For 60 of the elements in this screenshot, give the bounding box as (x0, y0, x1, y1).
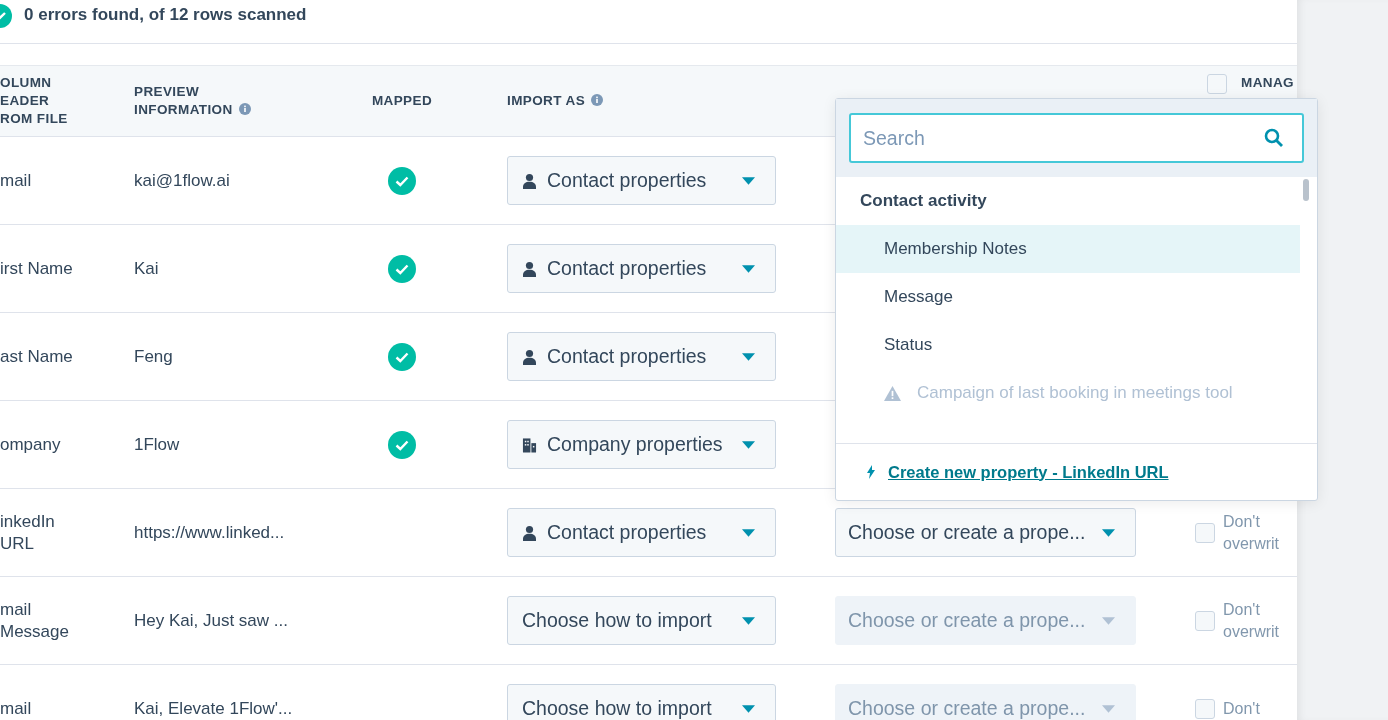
checkbox-label: Don't overwrit (1223, 511, 1280, 554)
search-field[interactable]: Search (849, 113, 1304, 163)
table-cell: Hey Kai, Just saw ... (134, 610, 288, 631)
table-cell: https://www.linked... (134, 522, 285, 543)
table-cell: Feng (134, 346, 173, 367)
caret-icon (1102, 528, 1115, 537)
column-header: PREVIEW INFORMATION (134, 83, 274, 119)
import-select[interactable]: Choose how to import (507, 684, 776, 720)
property-select[interactable]: Choose or create a prope... (835, 508, 1136, 557)
summary-text: 0 errors found, of 12 rows scanned (24, 4, 307, 26)
import-select[interactable]: Contact properties (507, 156, 776, 205)
lightning-icon (866, 465, 876, 479)
caret-icon (742, 352, 755, 361)
caret-icon (1102, 616, 1115, 625)
table-cell-text: inkedIn URL (0, 510, 56, 555)
table-cell-text: mail (0, 169, 33, 192)
dropdown-option[interactable]: Status (836, 321, 1300, 369)
person-icon (522, 524, 537, 541)
checkbox-label: Don't (1223, 698, 1261, 719)
scrollbar[interactable] (1303, 179, 1309, 201)
checkbox-label: Don't overwrit (1223, 599, 1280, 642)
checkbox[interactable] (1195, 698, 1215, 719)
column-header: IMPORT AS (507, 92, 604, 110)
search-icon (1264, 128, 1284, 148)
caret-icon (742, 264, 755, 273)
import-select[interactable]: Choose how to import (507, 596, 776, 645)
caret-icon (742, 440, 755, 449)
import-select[interactable]: Contact properties (507, 508, 776, 557)
table-cell: 1Flow (134, 434, 180, 455)
caret-icon (742, 616, 755, 625)
table-cell-text: ast Name (0, 345, 74, 368)
table-cell-text: mail (0, 697, 33, 720)
import-select[interactable]: Company properties (507, 420, 776, 469)
caret-icon (742, 704, 755, 713)
table-cell-text: irst Name (0, 257, 74, 280)
checkbox[interactable] (1195, 522, 1215, 543)
column-header: MANAG (1241, 74, 1294, 92)
building-icon (522, 436, 537, 453)
checkbox[interactable] (1195, 610, 1215, 631)
person-icon (522, 260, 537, 277)
table-cell: Kai, Elevate 1Flow'... (134, 698, 293, 719)
checkbox[interactable] (1207, 74, 1227, 94)
column-header: OLUMN EADER ROM FILE (0, 74, 69, 128)
table-cell: Kai (134, 258, 159, 279)
caret-icon (742, 176, 755, 185)
table-cell-text: ompany (0, 433, 62, 456)
group-heading: Contact activity (859, 190, 988, 212)
table-cell: kai@1flow.ai (134, 170, 230, 191)
dropdown-option[interactable]: Membership Notes (836, 225, 1300, 273)
import-select[interactable]: Contact properties (507, 332, 776, 381)
warning-icon (884, 385, 901, 401)
table-cell-text: mail Message (0, 598, 70, 643)
import-select[interactable]: Contact properties (507, 244, 776, 293)
person-icon (522, 348, 537, 365)
dropdown-option[interactable]: Message (836, 273, 1300, 321)
caret-icon (1102, 704, 1115, 713)
caret-icon (742, 528, 755, 537)
column-header: MAPPED (371, 92, 433, 110)
person-icon (522, 172, 537, 189)
create-property-link[interactable]: Create new property - LinkedIn URL (888, 462, 1169, 482)
